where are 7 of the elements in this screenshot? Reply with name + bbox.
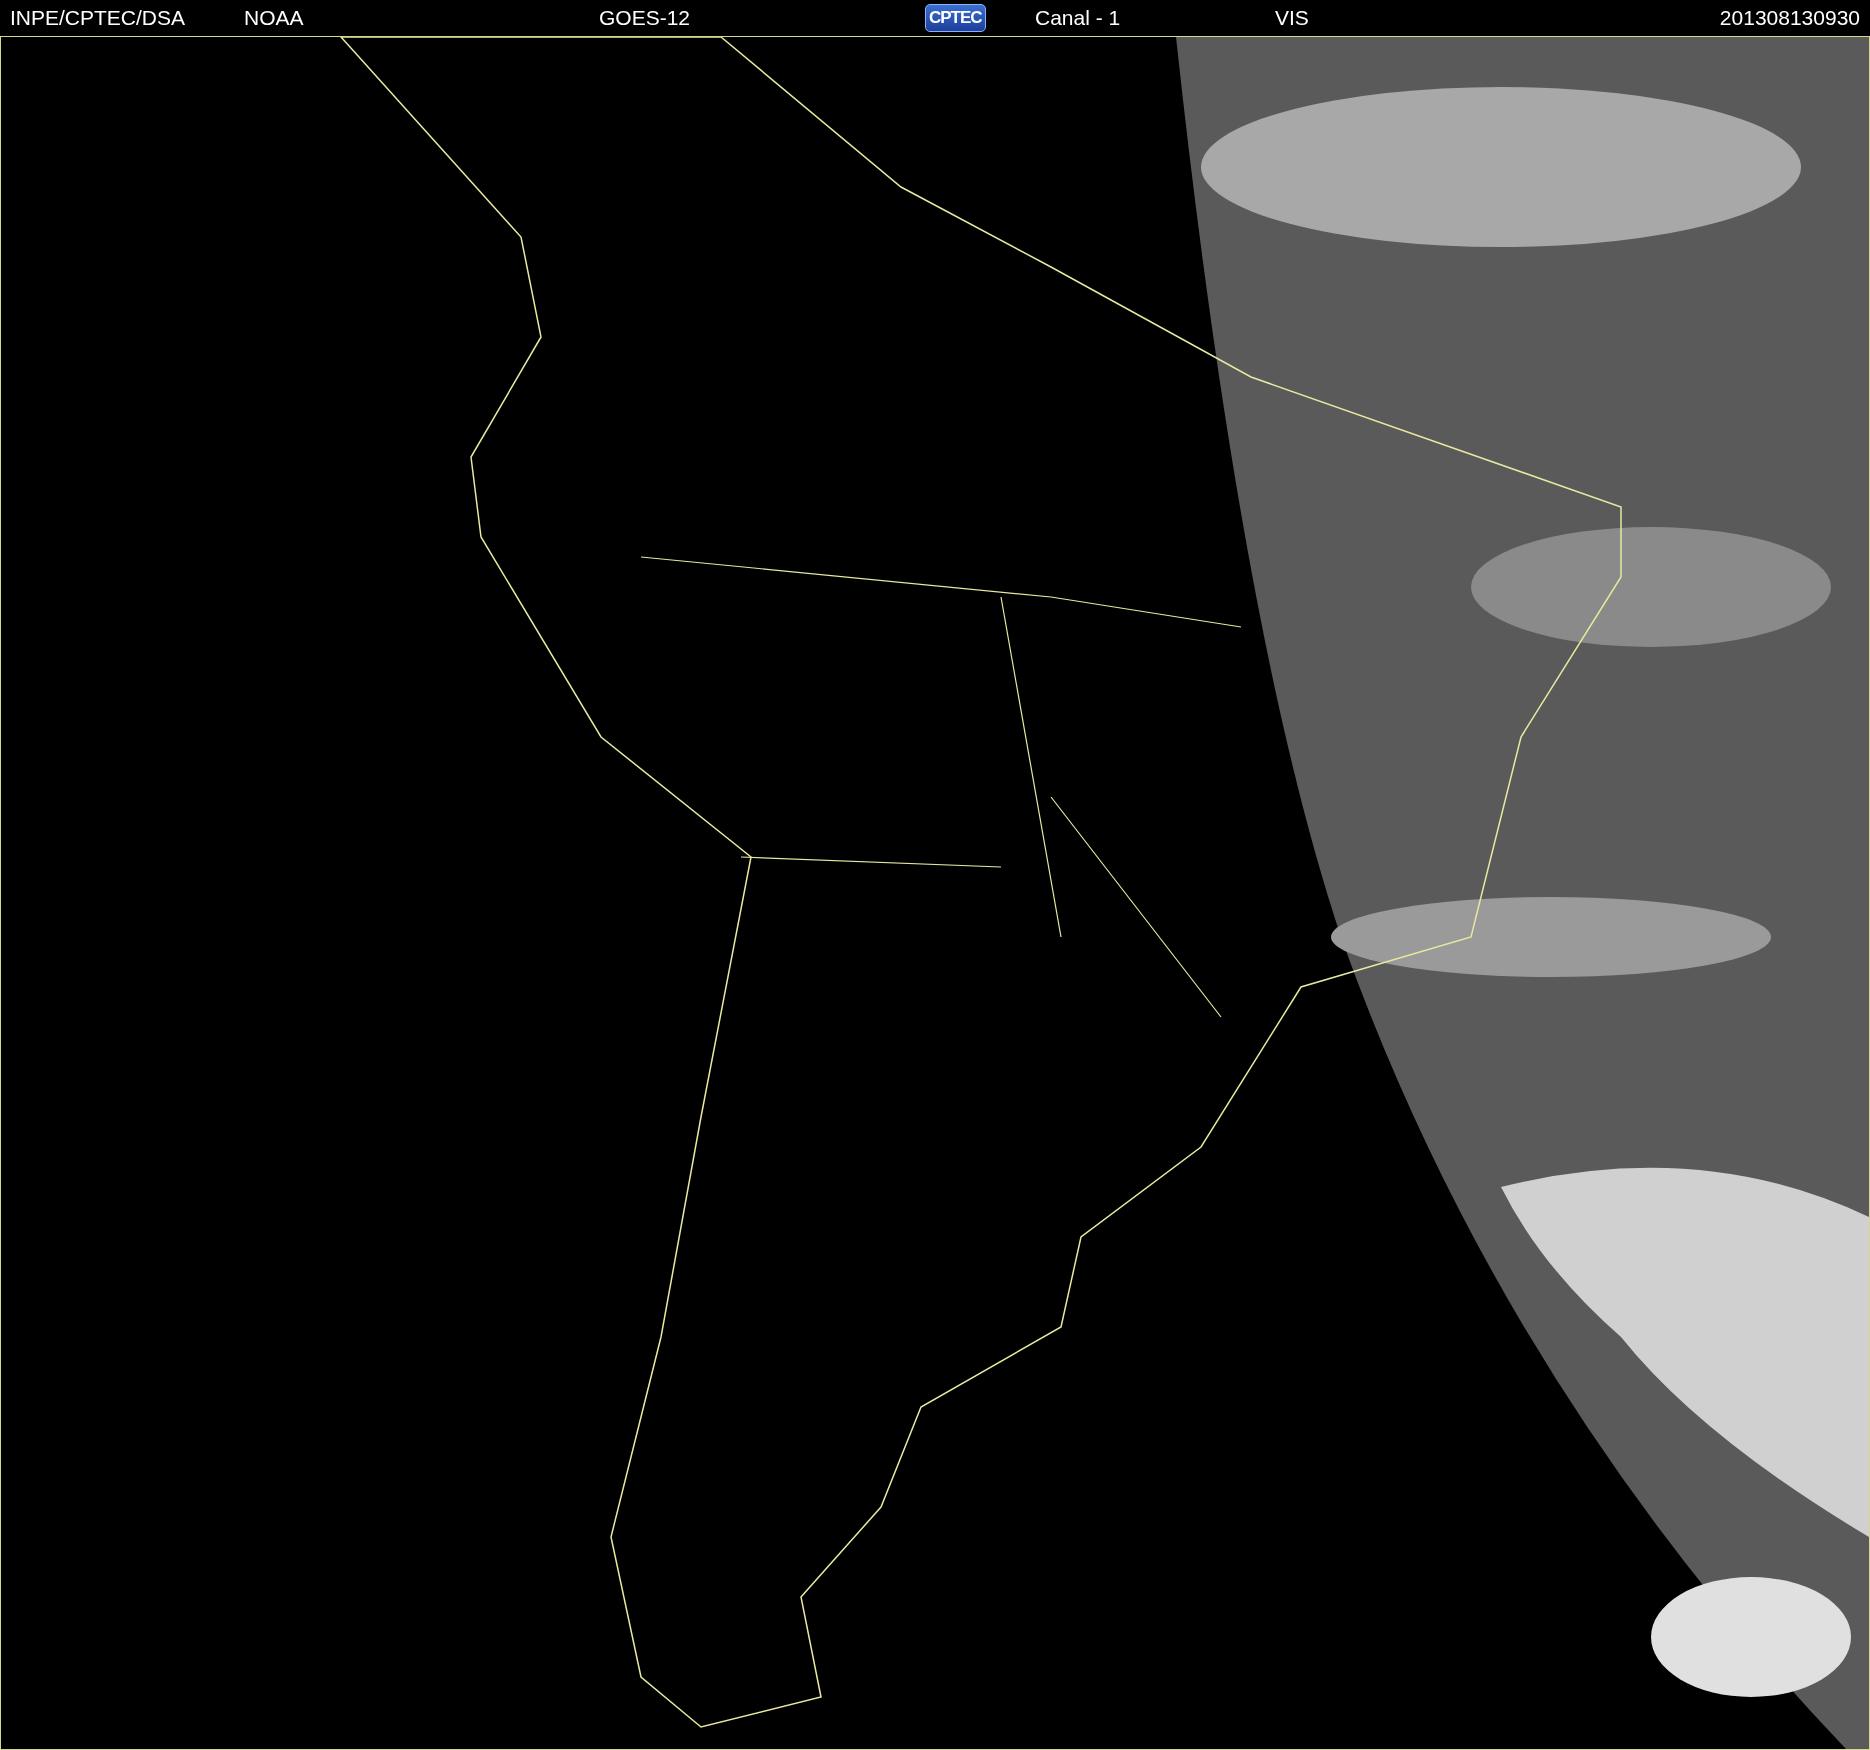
header-label: 201308130930 [1719, 6, 1860, 30]
header-label: Canal - 1 [1035, 6, 1121, 30]
header-label: NOAA [244, 6, 304, 30]
header-label: INPE/CPTEC/DSA [10, 6, 186, 30]
header-label: VIS [1275, 6, 1309, 30]
logo: CPTEC [925, 4, 986, 32]
header-label: GOES-12 [599, 6, 691, 30]
